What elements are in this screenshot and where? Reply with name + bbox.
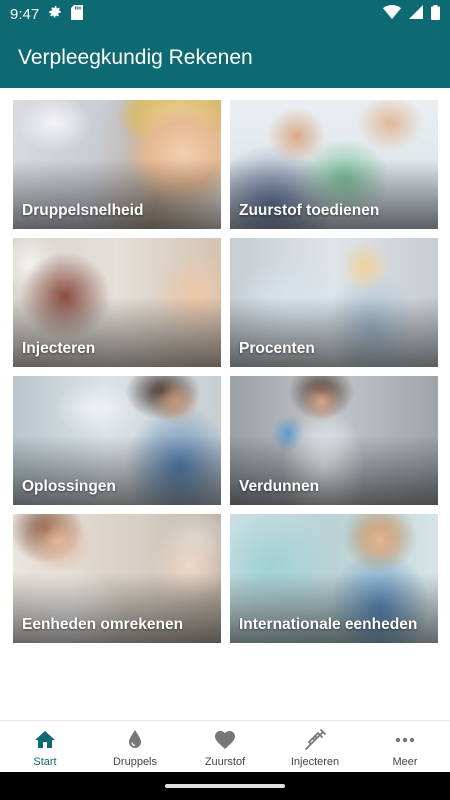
wifi-icon xyxy=(383,5,401,23)
tile-injecteren[interactable]: Injecteren xyxy=(13,238,221,367)
tile-label: Eenheden omrekenen xyxy=(22,616,184,633)
syringe-icon xyxy=(305,729,326,750)
more-icon xyxy=(395,737,415,743)
tile-label: Oplossingen xyxy=(22,478,116,495)
bottom-navigation: Start Druppels Zuurstof Injecteren Meer xyxy=(0,720,450,772)
app-bar: Verpleegkundig Rekenen xyxy=(0,28,450,88)
system-gesture-bar xyxy=(0,772,450,800)
clock: 9:47 xyxy=(10,5,40,23)
home-gesture-handle[interactable] xyxy=(165,784,285,788)
tile-internationale-eenheden[interactable]: Internationale eenheden xyxy=(230,514,438,643)
battery-icon xyxy=(431,4,440,24)
nav-injecteren[interactable]: Injecteren xyxy=(270,721,360,772)
tile-verdunnen[interactable]: Verdunnen xyxy=(230,376,438,505)
page-title: Verpleegkundig Rekenen xyxy=(18,46,253,69)
nav-meer[interactable]: Meer xyxy=(360,721,450,772)
drop-icon xyxy=(129,730,141,748)
category-grid: Druppelsnelheid Zuurstof toedienen Injec… xyxy=(13,100,438,643)
tile-eenheden-omrekenen[interactable]: Eenheden omrekenen xyxy=(13,514,221,643)
tile-druppelsnelheid[interactable]: Druppelsnelheid xyxy=(13,100,221,229)
nav-label: Druppels xyxy=(112,756,158,768)
tile-label: Zuurstof toedienen xyxy=(239,202,380,219)
nav-label: Start xyxy=(33,756,57,768)
tile-procenten[interactable]: Procenten xyxy=(230,238,438,367)
tile-label: Injecteren xyxy=(22,340,96,357)
heart-icon xyxy=(215,731,235,749)
nav-druppels[interactable]: Druppels xyxy=(90,721,180,772)
tile-zuurstof-toedienen[interactable]: Zuurstof toedienen xyxy=(230,100,438,229)
tile-label: Procenten xyxy=(239,340,315,357)
home-icon xyxy=(35,731,55,748)
settings-gear-icon xyxy=(47,4,63,24)
cell-signal-icon xyxy=(409,5,423,23)
nav-start[interactable]: Start xyxy=(0,721,90,772)
tile-label: Internationale eenheden xyxy=(239,616,418,633)
tile-oplossingen[interactable]: Oplossingen xyxy=(13,376,221,505)
nav-label: Injecteren xyxy=(290,756,340,768)
tile-label: Verdunnen xyxy=(239,478,320,495)
nav-zuurstof[interactable]: Zuurstof xyxy=(180,721,270,772)
tile-label: Druppelsnelheid xyxy=(22,202,144,219)
nav-label: Meer xyxy=(392,756,418,768)
nav-label: Zuurstof xyxy=(204,756,246,768)
status-bar: 9:47 xyxy=(0,0,450,28)
sd-card-icon xyxy=(71,4,84,24)
